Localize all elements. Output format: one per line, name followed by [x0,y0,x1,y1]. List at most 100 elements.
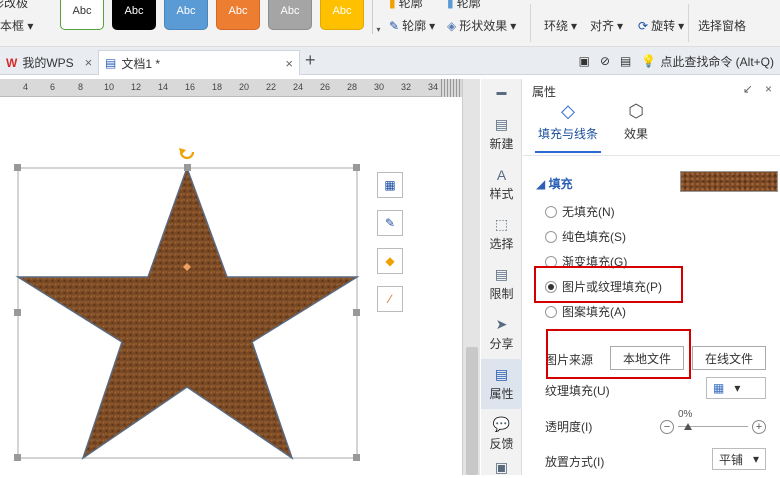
lightbulb-icon: 💡 [641,54,657,68]
sidebar-item-restrict[interactable]: ▤ 限制 [481,259,522,309]
rotate-icon: ⟳ [638,18,649,33]
resize-handle[interactable] [14,164,21,171]
sidebar-item-feedback[interactable]: 💬 反馈 [481,409,522,459]
shape-style-swatch-6[interactable]: Abc [320,0,364,30]
ribbon-partial-item-1[interactable]: ▮ 轮廓 [389,0,423,11]
resize-handle[interactable] [353,454,360,461]
ribbon-partial-item-2[interactable]: ▮ 轮廓 [447,0,481,11]
new-tab-button[interactable]: + [305,50,316,71]
highlight-box-picture-source [546,329,691,379]
tab-bar-tools: ▣ ⊘ ▤ 💡 点此查找命令 (Alt+Q) [579,47,780,75]
radio-solid-fill[interactable]: 纯色填充(S) [545,228,626,245]
ruler-tick: 12 [131,82,142,92]
tool-icon-1[interactable]: ▣ [579,54,590,68]
share-icon: ➤ [495,316,508,332]
radio-button[interactable] [545,230,557,243]
shape-style-swatch-4[interactable]: Abc [216,0,260,30]
wrap-button[interactable]: 环绕 ▾ [544,17,577,34]
ribbon-divider [688,4,689,42]
shape-style-swatch-1[interactable]: Abc [60,0,104,30]
shape-style-swatch-2[interactable]: Abc [112,0,156,30]
shape-effect-button[interactable]: ◈ 形状效果 ▾ [447,17,516,34]
feedback-icon: 💬 [492,416,511,432]
sidebar-item-properties[interactable]: ▤ 属性 [481,359,522,409]
tab-document-1[interactable]: ▤ 文档1 * × [98,50,300,75]
texture-grid-icon: ▦ [713,381,725,395]
properties-panel: 属性 ↙ × ◇ 填充与线条 ⬡ 效果 ◢ 填充 无填充(N) 纯色填充(S) … [523,79,780,475]
ribbon-left-label-1[interactable]: 影改极 [0,0,28,11]
panel-controls: ↙ × [743,82,772,96]
tab-effect[interactable]: ⬡ 效果 [619,101,653,153]
sidebar-item-share[interactable]: ➤ 分享 [481,309,522,359]
resize-handle[interactable] [353,164,360,171]
sidebar-item-select[interactable]: ⬚ 选择 [481,209,522,259]
ruler-tick: 14 [158,82,169,92]
sidebar-collapse-handle[interactable]: ▬ [481,79,522,105]
transparency-slider[interactable]: − 0% + [660,409,766,437]
transparency-label: 透明度(I) [545,420,593,434]
command-search-button[interactable]: 💡 点此查找命令 (Alt+Q) [641,53,774,70]
sidebar-item-new[interactable]: ▤ 新建 [481,109,522,159]
outline-color-icon[interactable]: ∕ [377,286,403,312]
transparency-increase-button[interactable]: + [752,420,766,434]
texture-fill-label: 纹理填充(U) [545,384,610,398]
dock-icon[interactable]: ↙ [743,82,753,96]
tab-fill-and-line[interactable]: ◇ 填充与线条 [535,101,601,153]
resize-handle[interactable] [184,164,191,171]
fill-bucket-icon[interactable]: ◆ [377,248,403,274]
ribbon-arrange-group: 环绕 ▾ 对齐 ▾ ⟳ 旋转 ▾ 选择窗格 [530,0,780,44]
close-icon[interactable]: × [285,56,293,71]
canvas-vertical-scrollbar[interactable] [462,79,480,475]
text-box-menu[interactable]: 本框 ▾ [0,17,33,34]
tool-icon-3[interactable]: ▤ [620,54,631,68]
shape-icon: ▮ [447,0,454,10]
rotate-button[interactable]: ⟳ 旋转 ▾ [638,17,684,34]
resize-handle[interactable] [353,309,360,316]
ruler-tick: 26 [320,82,331,92]
tab-my-wps[interactable]: W 我的WPS × [0,50,98,75]
transparency-value: 0% [678,409,693,420]
fill-preview-swatch[interactable] [680,171,778,192]
layout-options-icon[interactable]: ▦ [377,172,403,198]
slider-knob[interactable] [684,423,692,430]
sidebar-item-more[interactable]: ▣ [481,459,522,475]
fill-section-header[interactable]: ◢ 填充 [536,175,573,192]
document-icon: ▤ [105,56,117,70]
rotate-handle-icon[interactable] [179,148,195,160]
texture-fill-dropdown[interactable]: ▦ ▾ [706,377,766,399]
shape-style-swatch-5[interactable]: Abc [268,0,312,30]
horizontal-ruler: 4 6 8 10 12 14 16 18 20 22 24 26 28 30 3… [0,79,462,97]
radio-button[interactable] [545,205,557,218]
resize-handle[interactable] [14,309,21,316]
ruler-tick: 30 [374,82,385,92]
outline-button[interactable]: ✎ 轮廓 ▾ [389,17,435,34]
style-icon: A [496,166,507,183]
cube-icon: ⬡ [628,101,644,121]
align-button[interactable]: 对齐 ▾ [590,17,623,34]
star-shape[interactable] [15,165,360,460]
ruler-tick: 32 [401,82,412,92]
fill-icon: ▮ [389,0,396,10]
edit-shape-icon[interactable]: ✎ [377,210,403,236]
radio-button[interactable] [545,305,557,318]
gallery-scroll-button[interactable]: ▾ [372,0,384,34]
selection-pane-button[interactable]: 选择窗格 [698,17,746,34]
ruler-tick: 10 [104,82,115,92]
close-icon[interactable]: × [85,55,93,70]
document-canvas[interactable]: ▦ ✎ ◆ ∕ [0,97,462,475]
radio-pattern-fill[interactable]: 图案填充(A) [545,303,626,320]
panel-title: 属性 [532,85,557,99]
radio-no-fill[interactable]: 无填充(N) [545,203,615,220]
ruler-tick: 24 [293,82,304,92]
shape-style-swatch-3[interactable]: Abc [164,0,208,30]
tool-icon-2[interactable]: ⊘ [600,54,610,68]
scrollbar-thumb[interactable] [466,347,478,475]
resize-handle[interactable] [14,454,21,461]
ruler-tick: 28 [347,82,358,92]
placement-dropdown[interactable]: 平铺 ▾ [712,448,766,470]
close-icon[interactable]: × [765,82,772,96]
ruler-tick: 34 [428,82,439,92]
online-file-button[interactable]: 在线文件 [692,346,766,370]
sidebar-item-style[interactable]: A 样式 [481,159,522,209]
transparency-decrease-button[interactable]: − [660,420,674,434]
